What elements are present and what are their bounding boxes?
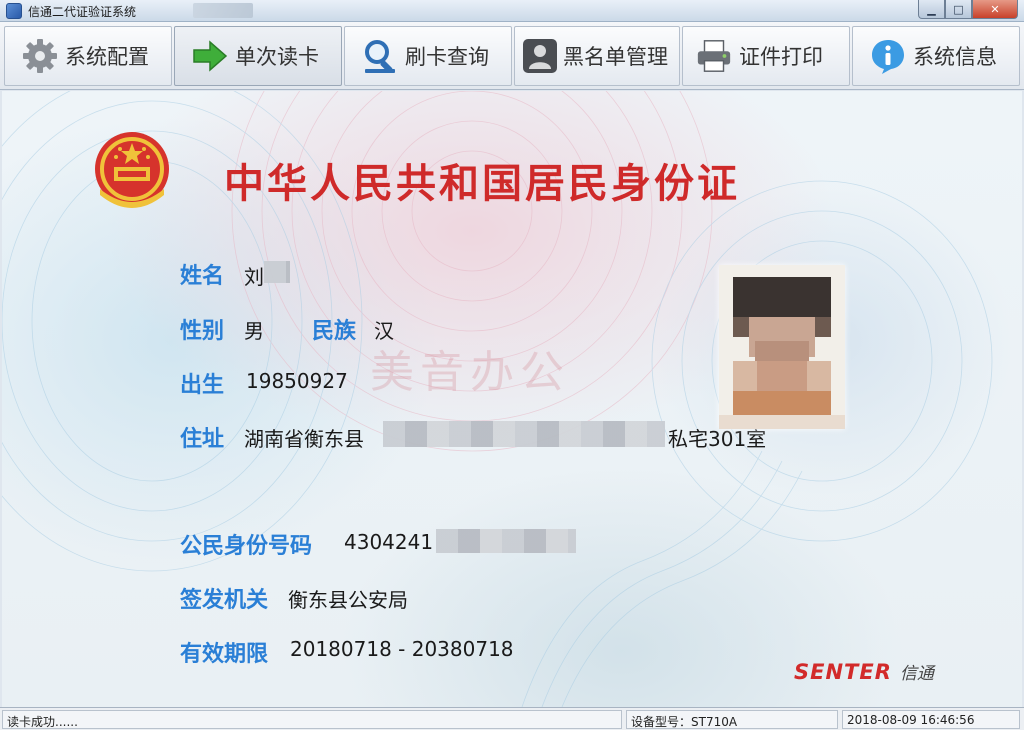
blacklist-button[interactable]: 黑名单管理: [514, 26, 680, 86]
person-icon: [521, 37, 559, 75]
status-message: 读卡成功......: [2, 710, 622, 729]
authority-label: 签发机关: [180, 588, 269, 613]
birth-label: 出生: [180, 373, 225, 398]
device-model: 设备型号：ST710A: [626, 710, 838, 729]
brand-logo-text: SENTER: [794, 660, 892, 684]
system-info-button[interactable]: 系统信息: [852, 26, 1020, 86]
blacklist-label: 黑名单管理: [563, 45, 668, 69]
national-emblem: [95, 132, 169, 208]
print-label: 证件打印: [739, 45, 823, 69]
senter-logo: SENTER 信通: [794, 659, 934, 684]
brand-chinese: 信通: [899, 664, 934, 684]
gear-icon: [21, 37, 59, 75]
printer-icon: [695, 37, 733, 75]
watermark-text: 美音办公: [370, 347, 570, 398]
single-read-label: 单次读卡: [235, 45, 319, 69]
authority-value: 衡东县公安局: [288, 588, 408, 612]
title-bar: 信通二代证验证系统 ▁ □ ✕: [0, 0, 1024, 22]
system-config-button[interactable]: 系统配置: [4, 26, 172, 86]
validity-value: 20180718 - 20380718: [290, 637, 514, 661]
id-number-value: 4304241: [344, 530, 434, 554]
gender-label: 性别: [180, 319, 225, 344]
window-title: 信通二代证验证系统: [28, 5, 137, 19]
validity-label: 有效期限: [180, 642, 269, 667]
toolbar: 系统配置 单次读卡 刷卡查询 黑名单管理 证件打印 系统信息: [0, 22, 1024, 90]
system-config-label: 系统配置: [65, 45, 149, 69]
name-value: 刘: [244, 265, 264, 289]
address-prefix: 湖南省衡东县: [244, 427, 364, 451]
status-datetime: 2018-08-09 16:46:56: [842, 710, 1020, 729]
arrow-right-icon: [191, 37, 229, 75]
address-label: 住址: [180, 427, 225, 452]
status-bar: 读卡成功...... 设备型号：ST710A 2018-08-09 16:46:…: [0, 707, 1024, 730]
name-label: 姓名: [180, 264, 225, 289]
info-icon: [869, 37, 907, 75]
blurred-name: [264, 261, 290, 283]
ethnicity-label: 民族: [312, 319, 357, 344]
maximize-button[interactable]: □: [945, 0, 972, 19]
card-query-label: 刷卡查询: [405, 45, 489, 69]
window-controls: ▁ □ ✕: [918, 0, 1018, 19]
holder-photo: [719, 265, 845, 429]
ethnicity-value: 汉: [374, 319, 394, 343]
system-info-label: 系统信息: [913, 45, 997, 69]
app-icon: [6, 3, 22, 19]
minimize-button[interactable]: ▁: [918, 0, 945, 19]
card-title: 中华人民共和国居民身份证: [224, 160, 740, 207]
card-query-button[interactable]: 刷卡查询: [344, 26, 512, 86]
close-button[interactable]: ✕: [972, 0, 1018, 19]
print-button[interactable]: 证件打印: [682, 26, 850, 86]
id-number-label: 公民身份号码: [180, 534, 313, 559]
blurred-id-number: [436, 529, 576, 553]
birth-value: 19850927: [246, 369, 348, 393]
blurred-title-area: [193, 3, 253, 18]
single-read-button[interactable]: 单次读卡: [174, 26, 342, 86]
search-icon: [361, 37, 399, 75]
id-card-panel: 中华人民共和国居民身份证 美音办公 姓名 刘 性别 男 民族 汉 出生 1985…: [2, 91, 1022, 707]
gender-value: 男: [244, 319, 264, 343]
blurred-address: [383, 421, 665, 447]
